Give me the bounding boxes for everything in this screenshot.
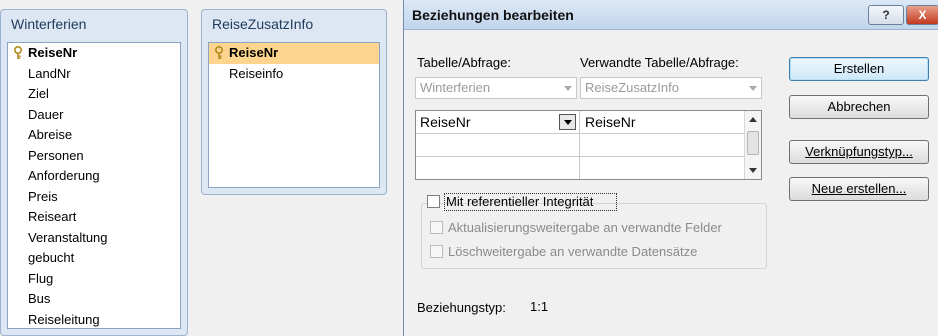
integrity-group bbox=[421, 203, 767, 269]
field-item[interactable]: LandNr bbox=[8, 64, 180, 85]
key-icon bbox=[215, 46, 223, 59]
field-item[interactable]: Personen bbox=[8, 146, 180, 167]
table-query-combo[interactable]: Winterferien bbox=[415, 77, 577, 99]
create-button[interactable]: Erstellen bbox=[789, 57, 929, 81]
table-window-winterferien[interactable]: Winterferien ReiseNr LandNr Ziel Dauer Abrei… bbox=[0, 9, 188, 336]
field-name: ReiseNr bbox=[28, 45, 78, 60]
field-item[interactable]: Reiseleitung bbox=[8, 310, 180, 331]
field-name: Flug bbox=[28, 270, 54, 286]
grid-column-divider bbox=[579, 111, 580, 179]
help-button[interactable]: ? bbox=[868, 5, 904, 25]
dialog-title: Beziehungen bearbeiten bbox=[412, 7, 574, 23]
field-item[interactable]: Anforderung bbox=[8, 166, 180, 187]
create-new-label: Neue erstellen... bbox=[811, 181, 907, 196]
integrity-checkbox[interactable] bbox=[427, 195, 440, 208]
field-name: Anforderung bbox=[28, 168, 100, 183]
grid-right-field[interactable]: ReiseNr bbox=[581, 114, 636, 130]
field-item[interactable]: Veranstaltung bbox=[8, 228, 180, 249]
field-item[interactable]: Preis bbox=[8, 187, 180, 208]
field-name: Abreise bbox=[28, 127, 73, 142]
cascade-delete-checkbox[interactable] bbox=[430, 245, 443, 258]
grid-row-divider bbox=[416, 156, 745, 157]
cascade-update-label: Aktualisierungsweitergabe an verwandte F… bbox=[448, 220, 722, 235]
table-query-label: Tabelle/Abfrage: bbox=[417, 55, 511, 70]
key-icon bbox=[14, 46, 22, 59]
field-name: Reiseart bbox=[28, 209, 77, 224]
related-table-label: Verwandte Tabelle/Abfrage: bbox=[580, 55, 739, 70]
grid-dropdown-button[interactable] bbox=[559, 114, 576, 130]
relationship-type-label: Beziehungstyp: bbox=[417, 300, 506, 315]
close-button[interactable]: X bbox=[906, 5, 938, 25]
table-title-reisezusatzinfo: ReiseZusatzInfo bbox=[212, 16, 314, 32]
field-item[interactable]: Reiseart bbox=[8, 207, 180, 228]
field-mapping-grid: ReiseNr ReiseNr bbox=[415, 110, 762, 180]
table-title-winterferien: Winterferien bbox=[11, 16, 87, 32]
chevron-down-icon bbox=[564, 86, 572, 91]
field-name: Dauer bbox=[28, 106, 64, 122]
field-item[interactable]: ReiseNr bbox=[8, 43, 180, 64]
field-item[interactable]: Flug bbox=[8, 269, 180, 290]
dialog-titlebar: Beziehungen bearbeiten ? X bbox=[404, 0, 938, 30]
field-item[interactable]: Abreise bbox=[8, 125, 180, 146]
join-type-label: Verknüpfungstyp... bbox=[805, 144, 913, 159]
integrity-label[interactable]: Mit referentieller Integrität bbox=[446, 194, 593, 209]
edit-relationships-dialog: Beziehungen bearbeiten ? X Tabelle/Abfra… bbox=[403, 0, 938, 336]
field-list-winterferien: ReiseNr LandNr Ziel Dauer Abreise Personen Anf… bbox=[7, 42, 181, 329]
field-name: Personen bbox=[28, 147, 84, 163]
field-name: Preis bbox=[28, 188, 58, 204]
field-name: Bus bbox=[28, 291, 51, 306]
field-item[interactable]: Dauer bbox=[8, 105, 180, 126]
field-name: Ziel bbox=[28, 86, 49, 101]
grid-row-divider bbox=[416, 133, 745, 134]
create-new-button[interactable]: Neue erstellen... bbox=[789, 177, 929, 201]
scroll-up-icon[interactable] bbox=[749, 117, 757, 122]
field-item[interactable]: Reiseinfo bbox=[209, 64, 379, 85]
scroll-down-icon[interactable] bbox=[749, 168, 757, 173]
field-name: gebucht bbox=[28, 250, 75, 265]
field-name: Reiseleitung bbox=[28, 311, 100, 327]
table-window-reisezusatzinfo[interactable]: ReiseZusatzInfo ReiseNr Reiseinfo bbox=[201, 9, 387, 195]
join-type-button[interactable]: Verknüpfungstyp... bbox=[789, 140, 929, 164]
field-item[interactable]: ReiseNr bbox=[209, 43, 379, 64]
field-item[interactable]: Bus bbox=[8, 289, 180, 310]
field-item[interactable]: Ziel bbox=[8, 84, 180, 105]
field-name: Veranstaltung bbox=[28, 229, 108, 245]
grid-scrollbar[interactable] bbox=[744, 111, 761, 179]
cascade-update-checkbox[interactable] bbox=[430, 221, 443, 234]
field-list-reisezusatzinfo: ReiseNr Reiseinfo bbox=[208, 42, 380, 188]
related-table-value: ReiseZusatzInfo bbox=[585, 80, 679, 95]
table-query-value: Winterferien bbox=[420, 80, 491, 95]
relationship-type-value: 1:1 bbox=[530, 299, 549, 314]
chevron-down-icon bbox=[749, 86, 757, 91]
cascade-delete-label: Löschweitergabe an verwandte Datensätze bbox=[448, 244, 698, 259]
related-table-combo[interactable]: ReiseZusatzInfo bbox=[580, 77, 762, 99]
scroll-thumb[interactable] bbox=[747, 131, 759, 155]
field-name: Reiseinfo bbox=[229, 65, 284, 81]
field-name: ReiseNr bbox=[229, 45, 279, 60]
cancel-button[interactable]: Abbrechen bbox=[789, 95, 929, 119]
field-item[interactable]: gebucht bbox=[8, 248, 180, 269]
grid-left-field[interactable]: ReiseNr bbox=[416, 114, 471, 130]
field-name: LandNr bbox=[28, 65, 71, 81]
